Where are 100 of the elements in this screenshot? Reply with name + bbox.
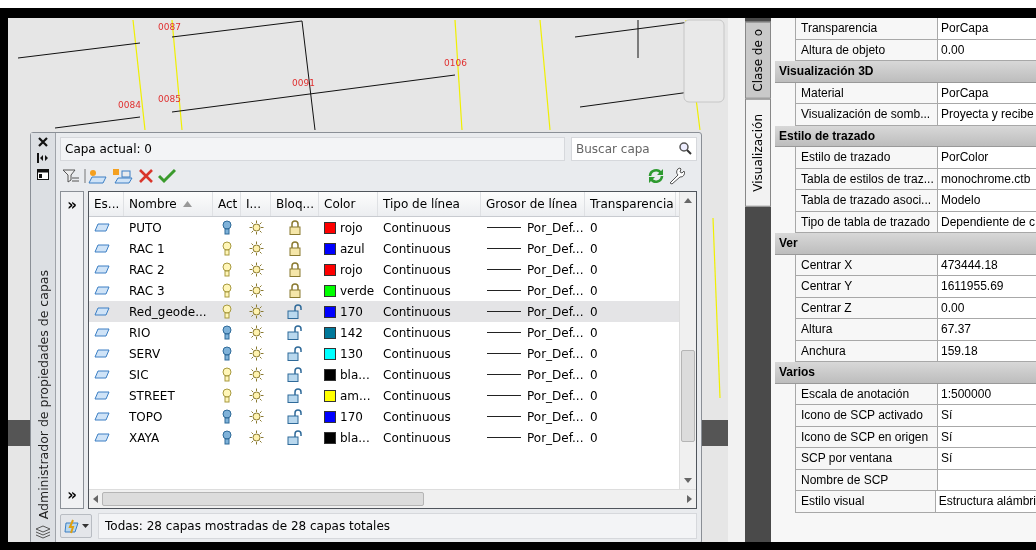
- panel-tab[interactable]: Visualización: [745, 98, 771, 207]
- column-header[interactable]: Es...: [89, 192, 124, 216]
- light-bulb-icon[interactable]: [222, 282, 232, 299]
- sun-icon[interactable]: [248, 367, 264, 382]
- property-value[interactable]: 159.18: [938, 340, 1036, 361]
- column-header[interactable]: Nombre: [124, 192, 213, 216]
- column-header[interactable]: Transparencia: [585, 192, 676, 216]
- close-icon[interactable]: [38, 137, 48, 147]
- color-swatch[interactable]: [324, 221, 336, 234]
- sun-icon[interactable]: [248, 220, 264, 235]
- sun-icon[interactable]: [248, 409, 264, 424]
- property-value[interactable]: Modelo: [938, 190, 1036, 211]
- property-value[interactable]: monochrome.ctb: [938, 168, 1036, 189]
- color-swatch[interactable]: [324, 284, 336, 297]
- padlock-closed-icon[interactable]: [289, 262, 301, 277]
- light-bulb-icon[interactable]: [222, 345, 232, 362]
- property-value[interactable]: 1:500000: [938, 383, 1036, 404]
- property-value[interactable]: Dependiente de c: [938, 211, 1036, 232]
- new-viewport-layer-icon[interactable]: [112, 168, 134, 184]
- sun-icon[interactable]: [248, 388, 264, 403]
- property-value[interactable]: 67.37: [938, 319, 1036, 340]
- auto-hide-icon[interactable]: [37, 153, 49, 163]
- padlock-open-icon[interactable]: [287, 409, 303, 424]
- property-value[interactable]: PorCapa: [938, 18, 1036, 39]
- property-value[interactable]: 1611955.69: [938, 276, 1036, 297]
- padlock-open-icon[interactable]: [287, 430, 303, 445]
- light-bulb-icon[interactable]: [222, 408, 232, 425]
- property-value[interactable]: Sí: [938, 448, 1036, 469]
- expand-filter-pane-button[interactable]: »: [67, 486, 77, 504]
- color-swatch[interactable]: [324, 305, 336, 318]
- refresh-icon[interactable]: [647, 168, 665, 184]
- column-header[interactable]: Color: [319, 192, 378, 216]
- property-value[interactable]: 473444.18: [938, 254, 1036, 275]
- color-swatch[interactable]: [324, 326, 336, 339]
- property-value[interactable]: PorColor: [938, 147, 1036, 168]
- padlock-open-icon[interactable]: [287, 304, 303, 319]
- light-bulb-icon[interactable]: [222, 366, 232, 383]
- new-layer-icon[interactable]: [84, 168, 108, 184]
- panel-tab[interactable]: Clase de o: [745, 22, 771, 99]
- light-bulb-icon[interactable]: [222, 387, 232, 404]
- section-header[interactable]: Visualización 3D: [775, 61, 1036, 83]
- filter-options-button[interactable]: [60, 514, 92, 538]
- property-value[interactable]: [938, 469, 1036, 490]
- property-value[interactable]: Sí: [938, 426, 1036, 447]
- sun-icon[interactable]: [248, 283, 264, 298]
- layer-row[interactable]: RAC 2 rojo Continuous Por_Def... 0: [89, 259, 679, 280]
- color-swatch[interactable]: [324, 263, 336, 276]
- horizontal-scrollbar[interactable]: [89, 489, 696, 508]
- column-header[interactable]: Bloq...: [271, 192, 319, 216]
- scroll-down-icon[interactable]: [684, 478, 692, 483]
- layer-row[interactable]: RIO 142 Continuous Por_Def... 0: [89, 322, 679, 343]
- column-header[interactable]: Tipo de línea: [378, 192, 481, 216]
- delete-layer-icon[interactable]: [138, 168, 154, 184]
- wrench-icon[interactable]: [669, 167, 685, 185]
- light-bulb-icon[interactable]: [222, 219, 232, 236]
- column-header[interactable]: Grosor de línea: [481, 192, 585, 216]
- scroll-left-icon[interactable]: [93, 495, 98, 503]
- search-field[interactable]: Buscar capa: [571, 137, 697, 161]
- color-swatch[interactable]: [324, 242, 336, 255]
- sun-icon[interactable]: [248, 262, 264, 277]
- properties-menu-icon[interactable]: [37, 169, 49, 180]
- padlock-closed-icon[interactable]: [289, 220, 301, 235]
- layer-filter-icon[interactable]: [62, 168, 80, 184]
- set-current-icon[interactable]: [158, 168, 176, 184]
- light-bulb-icon[interactable]: [222, 429, 232, 446]
- padlock-open-icon[interactable]: [287, 367, 303, 382]
- property-value[interactable]: Estructura alámbri: [935, 491, 1036, 512]
- property-value[interactable]: Sí: [938, 405, 1036, 426]
- section-header[interactable]: Estilo de trazado: [775, 125, 1036, 147]
- property-value[interactable]: 0.00: [938, 297, 1036, 318]
- padlock-open-icon[interactable]: [287, 388, 303, 403]
- light-bulb-icon[interactable]: [222, 240, 232, 257]
- sun-icon[interactable]: [248, 325, 264, 340]
- property-value[interactable]: 0.00: [938, 39, 1036, 60]
- layer-row[interactable]: RAC 1 azul Continuous Por_Def... 0: [89, 238, 679, 259]
- layer-row[interactable]: SIC bla... Continuous Por_Def... 0: [89, 364, 679, 385]
- property-value[interactable]: PorCapa: [938, 82, 1036, 103]
- layer-row[interactable]: RAC 3 verde Continuous Por_Def... 0: [89, 280, 679, 301]
- color-swatch[interactable]: [324, 347, 336, 360]
- section-header[interactable]: Varios: [775, 362, 1036, 384]
- scroll-up-icon[interactable]: [684, 198, 692, 203]
- expand-filter-pane-button[interactable]: »: [67, 196, 77, 214]
- padlock-open-icon[interactable]: [287, 325, 303, 340]
- layer-row[interactable]: SERV 130 Continuous Por_Def... 0: [89, 343, 679, 364]
- layer-row[interactable]: PUTO rojo Continuous Por_Def... 0: [89, 217, 679, 238]
- color-swatch[interactable]: [324, 389, 336, 402]
- section-header[interactable]: Ver: [775, 233, 1036, 255]
- sun-icon[interactable]: [248, 241, 264, 256]
- padlock-closed-icon[interactable]: [289, 283, 301, 298]
- layer-row[interactable]: XAYA bla... Continuous Por_Def... 0: [89, 427, 679, 448]
- light-bulb-icon[interactable]: [222, 324, 232, 341]
- column-header[interactable]: I...: [241, 192, 271, 216]
- color-swatch[interactable]: [324, 410, 336, 423]
- layer-row[interactable]: TOPO 170 Continuous Por_Def... 0: [89, 406, 679, 427]
- layer-row[interactable]: Red_geode... 170 Continuous Por_Def... 0: [89, 301, 679, 322]
- padlock-open-icon[interactable]: [287, 346, 303, 361]
- color-swatch[interactable]: [324, 431, 336, 444]
- sun-icon[interactable]: [248, 346, 264, 361]
- canvas-scrollbar[interactable]: [728, 18, 745, 542]
- scroll-right-icon[interactable]: [687, 495, 692, 503]
